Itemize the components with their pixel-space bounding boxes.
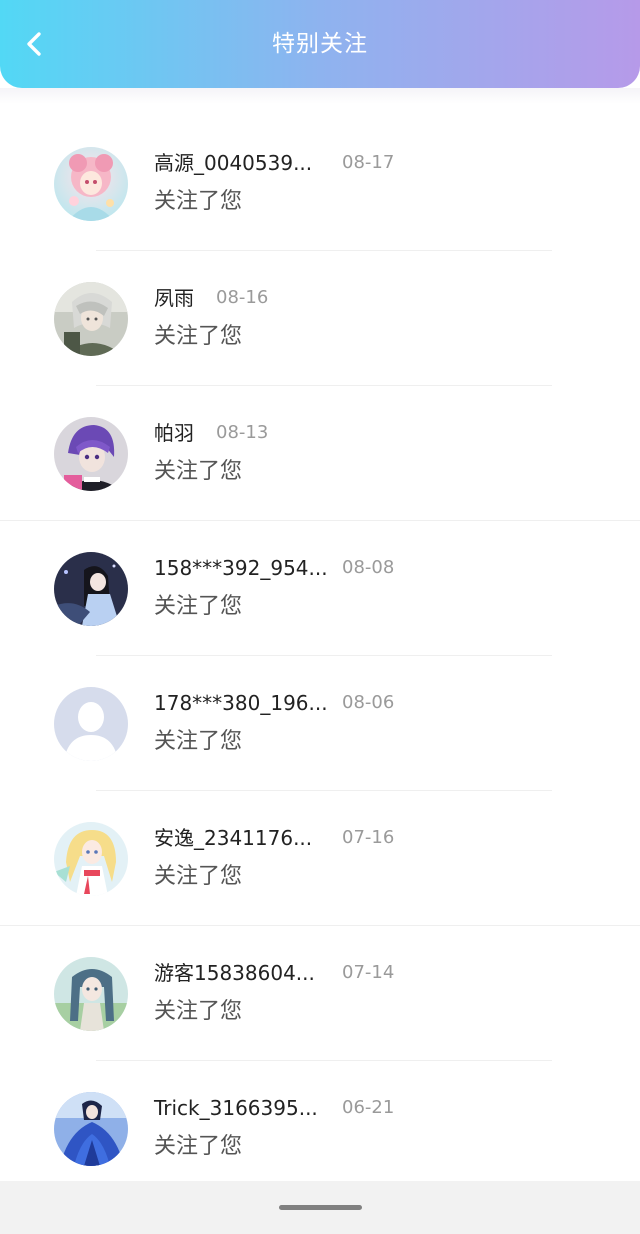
- list-item[interactable]: 高源_0040539... 08-17 关注了您: [0, 116, 640, 251]
- action-text: 关注了您: [154, 459, 243, 484]
- user-name: 安逸_2341176...: [154, 826, 313, 850]
- navigation-bar: [0, 1181, 640, 1234]
- action-text: 关注了您: [154, 729, 243, 754]
- action-text: 关注了您: [154, 999, 243, 1024]
- action-text: 关注了您: [154, 189, 243, 214]
- avatar[interactable]: [54, 822, 128, 896]
- avatar[interactable]: [54, 282, 128, 356]
- user-name: Trick_3166395...: [154, 1096, 318, 1120]
- avatar[interactable]: [54, 552, 128, 626]
- action-text: 关注了您: [154, 864, 243, 889]
- user-name: 夙雨: [154, 286, 194, 310]
- list-item[interactable]: 游客15838604... 07-14 关注了您: [0, 926, 640, 1061]
- header-shadow: [0, 88, 640, 104]
- list-item[interactable]: 安逸_2341176... 07-16 关注了您: [0, 791, 640, 926]
- follow-date: 08-08: [342, 557, 395, 578]
- special-follow-page: 特别关注 高源_0040539... 08-17 关注了您 夙雨 08-16 关…: [0, 0, 640, 1234]
- follow-date: 07-14: [342, 962, 395, 983]
- user-name: 高源_0040539...: [154, 151, 313, 175]
- avatar[interactable]: [54, 957, 128, 1031]
- list-item[interactable]: Trick_3166395... 06-21 关注了您: [0, 1061, 640, 1196]
- action-text: 关注了您: [154, 1134, 243, 1159]
- list-item[interactable]: 帕羽 08-13 关注了您: [0, 386, 640, 521]
- follow-date: 08-16: [216, 287, 269, 308]
- avatar[interactable]: [54, 1092, 128, 1166]
- page-title: 特别关注: [272, 31, 368, 57]
- list-item[interactable]: 158***392_954... 08-08 关注了您: [0, 521, 640, 656]
- avatar[interactable]: [54, 147, 128, 221]
- list-item[interactable]: 178***380_196... 08-06 关注了您: [0, 656, 640, 791]
- follower-list: 高源_0040539... 08-17 关注了您 夙雨 08-16 关注了您 帕…: [0, 116, 640, 1196]
- follow-date: 08-06: [342, 692, 395, 713]
- home-indicator[interactable]: [279, 1205, 362, 1210]
- user-name: 游客15838604...: [154, 961, 315, 985]
- list-item[interactable]: 夙雨 08-16 关注了您: [0, 251, 640, 386]
- user-name: 158***392_954...: [154, 556, 328, 580]
- follow-date: 07-16: [342, 827, 395, 848]
- user-name: 178***380_196...: [154, 691, 328, 715]
- action-text: 关注了您: [154, 324, 243, 349]
- avatar[interactable]: [54, 417, 128, 491]
- follow-date: 08-13: [216, 422, 269, 443]
- avatar[interactable]: [54, 687, 128, 761]
- header-bar: 特别关注: [0, 0, 640, 88]
- user-name: 帕羽: [154, 421, 194, 445]
- follow-date: 08-17: [342, 152, 395, 173]
- action-text: 关注了您: [154, 594, 243, 619]
- follow-date: 06-21: [342, 1097, 395, 1118]
